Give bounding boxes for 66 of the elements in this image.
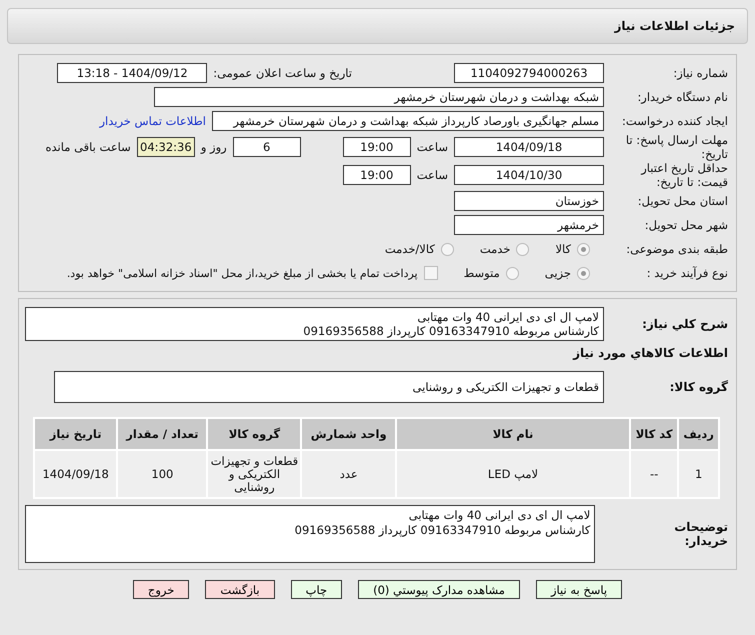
- field-label: تاریخ و ساعت اعلان عمومی:: [213, 66, 352, 80]
- countdown-field: 04:32:36: [136, 137, 195, 157]
- description-box[interactable]: لامپ ال ای دی ایرانی 40 وات مهتابی کارشناس مربوطه 09163347910 کارپرداز 09169356588: [25, 307, 604, 341]
- field-label: حداقل تاریخ اعتبار قیمت: تا تاریخ:: [640, 161, 728, 189]
- column-header: تعداد / مقدار: [118, 419, 206, 449]
- table-cell: لامپ LED: [397, 451, 630, 497]
- table-cell: 1404/09/18: [35, 451, 116, 497]
- column-header: ردیف: [679, 419, 718, 449]
- field-label: شماره نیاز:: [672, 66, 728, 80]
- notes-box[interactable]: لامپ ال ای دی ایرانی 40 وات مهتابی کارشناس مربوطه 09163347910 کارپرداز 09169356588: [25, 505, 596, 563]
- radio-button[interactable]: [440, 242, 454, 256]
- table-cell: قطعات و تجهیزات الکتریکی و روشنایی: [208, 451, 300, 497]
- input-field[interactable]: مسلم جهانگیری باورصاد کارپرداز شبکه بهداشت و درمان شهرستان خرمشهر: [212, 111, 604, 131]
- field-label: شرح كلي نياز:: [641, 317, 728, 331]
- field-label: مهلت ارسال پاسخ: تا تاریخ:: [624, 133, 728, 161]
- action-button[interactable]: پاسخ به نیاز: [536, 580, 622, 599]
- option-label: خدمت: [480, 242, 510, 256]
- field-label: توضیحات خریدار:: [673, 520, 728, 548]
- input-field[interactable]: 1404/10/30: [454, 165, 604, 185]
- option-label: کالا/خدمت: [384, 242, 435, 256]
- field-label: نوع فرآیند خرید :: [646, 266, 728, 280]
- action-button[interactable]: بازگشت: [205, 580, 275, 599]
- field-label: گروه کالا:: [668, 380, 728, 394]
- checkbox[interactable]: [424, 266, 438, 280]
- field-label: ساعت: [416, 140, 448, 154]
- column-header: تاریخ نیاز: [35, 419, 116, 449]
- input-field[interactable]: 19:00: [342, 137, 411, 157]
- action-button[interactable]: چاپ: [290, 580, 342, 599]
- column-header: نام کالا: [397, 419, 630, 449]
- page-title: جزئیات اطلاعات نیاز: [614, 19, 735, 33]
- field-label: ایجاد کننده درخواست:: [621, 114, 728, 128]
- input-field[interactable]: 6: [232, 137, 301, 157]
- field-label: روز و: [200, 140, 227, 154]
- input-field[interactable]: 1104092794000263: [454, 63, 604, 83]
- field-label: ساعت باقی مانده: [46, 140, 131, 154]
- section-title: اطلاعات کالاهاي مورد نياز: [573, 346, 728, 360]
- field-label: ساعت: [416, 168, 448, 182]
- column-header: کد کالا: [631, 419, 678, 449]
- table-cell: 1: [679, 451, 718, 497]
- input-field[interactable]: خرمشهر: [454, 215, 604, 235]
- input-field[interactable]: 1404/09/12 - 13:18: [57, 63, 208, 83]
- field-label: طبقه بندی موضوعی:: [625, 242, 728, 256]
- radio-button[interactable]: [506, 266, 519, 280]
- field-label: شهر محل تحویل:: [644, 218, 728, 232]
- option-label: جزیی: [544, 266, 571, 280]
- field-label: استان محل تحویل:: [636, 194, 728, 208]
- input-field[interactable]: 1404/09/18: [454, 137, 604, 157]
- column-header: گروه کالا: [208, 419, 300, 449]
- option-label: کالا: [555, 242, 571, 256]
- table-cell: عدد: [302, 451, 396, 497]
- radio-button[interactable]: [516, 242, 530, 256]
- goods-group-box[interactable]: قطعات و تجهیزات الکتریکی و روشنایی: [54, 371, 604, 403]
- field-label: نام دستگاه خریدار:: [636, 90, 728, 104]
- input-field[interactable]: شبکه بهداشت و درمان شهرستان خرمشهر: [154, 87, 604, 107]
- option-label: متوسط: [464, 266, 500, 280]
- table-cell: 100: [118, 451, 206, 497]
- input-field[interactable]: 19:00: [342, 165, 411, 185]
- column-header: واحد شمارش: [302, 419, 396, 449]
- table-cell: --: [631, 451, 678, 497]
- contact-link[interactable]: اطلاعات تماس خریدار: [99, 114, 206, 128]
- action-button[interactable]: مشاهده مدارک پیوستي (0): [358, 580, 520, 599]
- radio-button[interactable]: [577, 266, 590, 280]
- radio-button[interactable]: [577, 242, 590, 256]
- action-button[interactable]: خروج: [132, 580, 190, 599]
- option-label: پرداخت تمام یا بخشی از مبلغ خرید،از محل "اسناد خزانه اسلامی" خواهد بود.: [66, 266, 418, 280]
- input-field[interactable]: خوزستان: [454, 191, 604, 211]
